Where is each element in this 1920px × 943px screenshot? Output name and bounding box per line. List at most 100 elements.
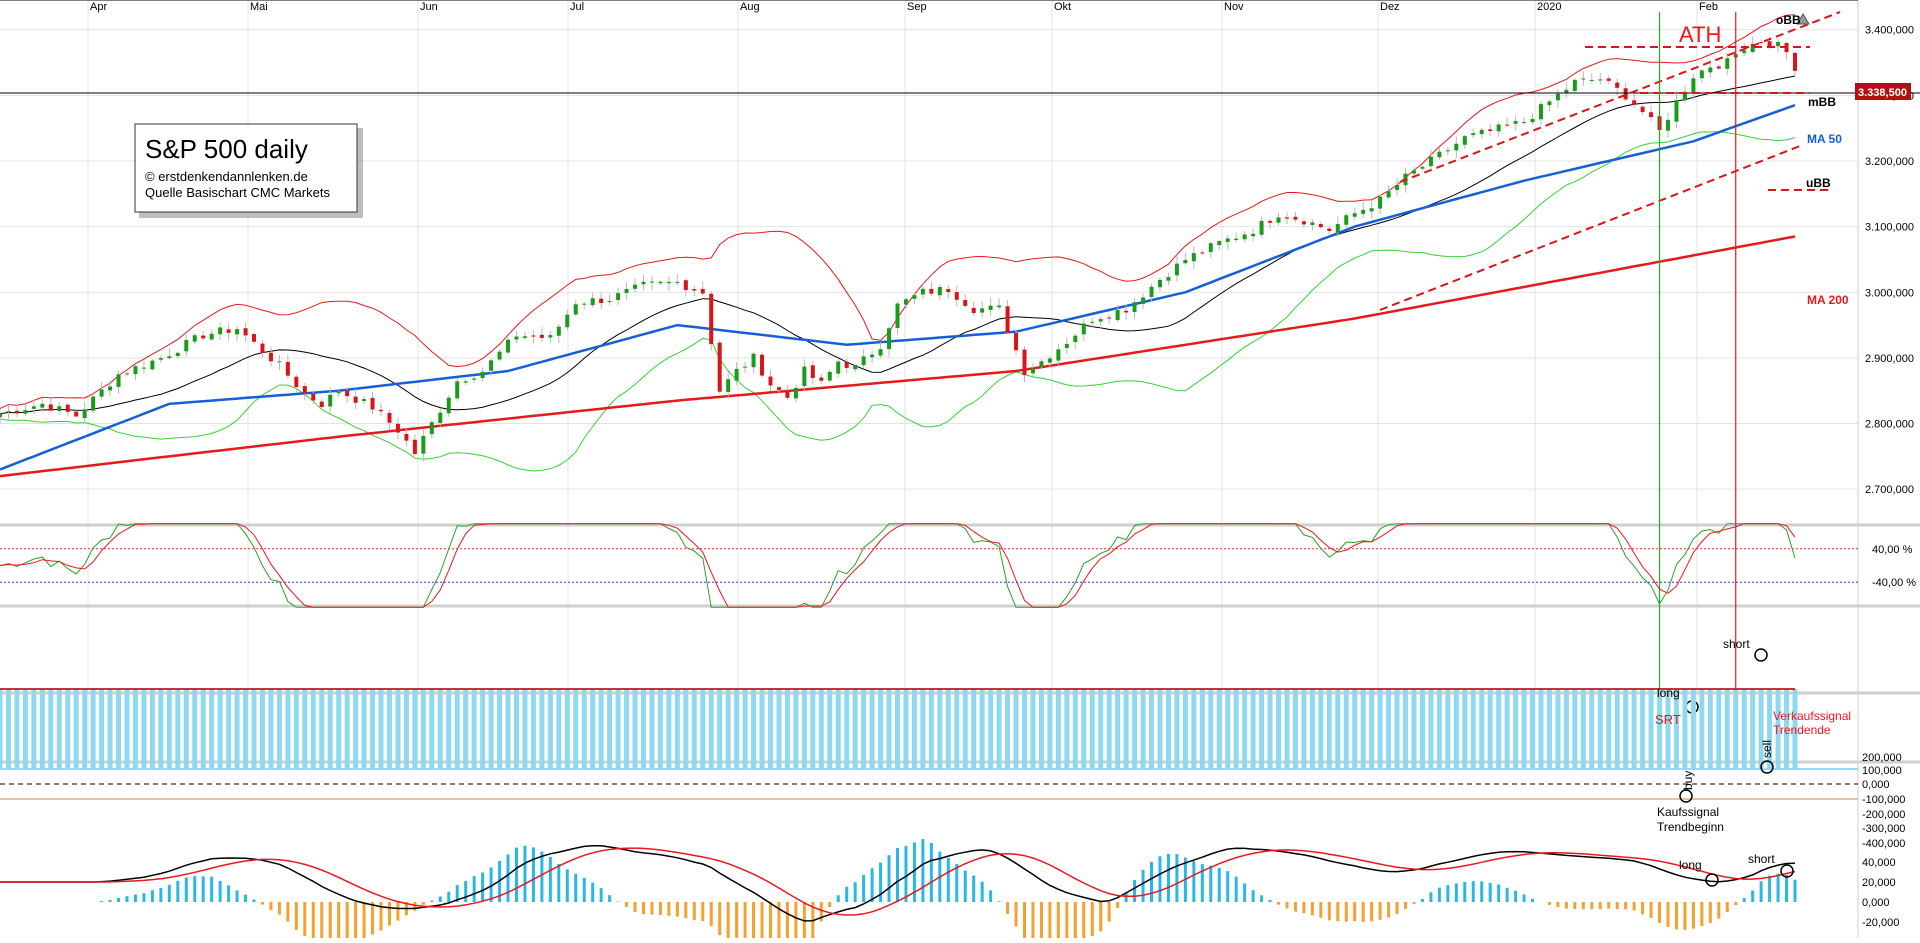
candle-body (319, 401, 324, 408)
candle-body (548, 335, 553, 338)
obb-label: oBB (1776, 13, 1801, 27)
candle-body (1268, 220, 1273, 223)
x-tick-label: Feb (1699, 1, 1718, 13)
candle-body (514, 336, 519, 340)
candle-body (717, 342, 722, 392)
candle-body (336, 392, 341, 394)
candle-body (1522, 122, 1527, 124)
candle-body (700, 288, 705, 294)
srt-long-label: long (1657, 686, 1680, 700)
candle-body (1437, 151, 1442, 158)
candle-body (1073, 335, 1078, 343)
srt-tick-label: 40,00 % (1872, 544, 1913, 556)
last-price-label: 3.338,500 (1858, 87, 1907, 99)
x-tick-label: Dez (1380, 1, 1400, 13)
last-price-badge: 3.338,500 (1855, 83, 1911, 100)
x-tick-label: Nov (1224, 1, 1244, 13)
srt-tick-label: -40,00 % (1872, 577, 1916, 589)
candle-body (1759, 42, 1764, 44)
chart-subtitle-1: © erstdenkendannlenken.de (145, 169, 308, 184)
candle-body (1208, 243, 1213, 252)
candle-body (1479, 129, 1484, 135)
y-tick-label: 2.900,000 (1865, 353, 1914, 365)
candle-body (421, 435, 426, 454)
y-tick-label: 3.200,000 (1865, 156, 1914, 168)
candle-body (438, 412, 443, 424)
candle-body (836, 361, 841, 374)
candle-body (209, 333, 214, 340)
candle-body (1488, 129, 1493, 132)
candle-body (1276, 217, 1281, 223)
candle-body (1640, 106, 1645, 113)
candle-body (48, 404, 53, 411)
mbb-label: mBB (1808, 95, 1836, 109)
candle-body (793, 387, 798, 399)
candle-body (607, 300, 612, 302)
candle-body (395, 423, 400, 433)
y-tick-label: 3.400,000 (1865, 25, 1914, 37)
candle-body (565, 314, 570, 328)
candle-body (1107, 317, 1112, 319)
candle-body (379, 409, 384, 412)
candle-body (302, 386, 307, 394)
candle-body (497, 351, 502, 360)
candle-body (870, 354, 875, 358)
candle-body (599, 298, 604, 304)
candle-body (1064, 343, 1069, 349)
candle-body (683, 280, 688, 291)
candle-body (260, 343, 265, 353)
candle-body (1742, 50, 1747, 54)
candle-body (175, 352, 180, 357)
candle-body (819, 377, 824, 381)
candle-body (1462, 136, 1467, 145)
candle-body (1293, 216, 1298, 220)
candle-body (1090, 321, 1095, 323)
candle-body (31, 406, 36, 409)
candle-body (1471, 133, 1476, 136)
candle-body (1124, 310, 1129, 313)
candle-body (1623, 88, 1628, 100)
candle-body (1538, 104, 1543, 120)
candle-body (1615, 82, 1620, 88)
candle-body (633, 284, 638, 289)
hist-tick-label: -20,000 (1862, 917, 1899, 929)
candle-body (1428, 156, 1433, 167)
candle-body (268, 352, 273, 362)
candle-body (1301, 221, 1306, 225)
candle-body (1395, 185, 1400, 190)
candle-body (1555, 93, 1560, 101)
candle-body (1445, 150, 1450, 152)
candle-body (23, 410, 28, 414)
candle-body (1674, 100, 1679, 122)
candle-body (1699, 70, 1704, 79)
candle-body (1115, 309, 1120, 321)
x-tick-label: Okt (1054, 1, 1071, 13)
candle-body (1496, 124, 1501, 132)
candle-body (582, 303, 587, 305)
osc-tick-label: -200,000 (1862, 809, 1905, 821)
candle-body (345, 390, 350, 397)
candle-body (1191, 253, 1196, 262)
candle-body (141, 367, 146, 369)
candle-body (1793, 52, 1797, 71)
y-tick-label: 3.100,000 (1865, 222, 1914, 234)
candle-body (1547, 101, 1552, 106)
candle-body (1157, 279, 1162, 288)
candle-body (1039, 361, 1044, 367)
candle-body (768, 376, 773, 386)
buy-label: buy (1681, 771, 1695, 790)
buy-signal-label-1: Kaufssignal (1657, 805, 1719, 819)
candle-body (446, 397, 451, 414)
candle-body (760, 354, 765, 376)
candle-body (709, 293, 714, 345)
y-tick-label: 2.700,000 (1865, 484, 1914, 496)
candle-body (294, 376, 299, 388)
candle-body (1284, 217, 1289, 219)
candle-body (1251, 233, 1256, 237)
candle-body (370, 397, 375, 410)
candle-body (6, 411, 11, 413)
candle-body (472, 378, 477, 380)
candle-body (1141, 297, 1146, 304)
x-tick-label: Mai (250, 1, 268, 13)
candle-body (82, 409, 87, 419)
